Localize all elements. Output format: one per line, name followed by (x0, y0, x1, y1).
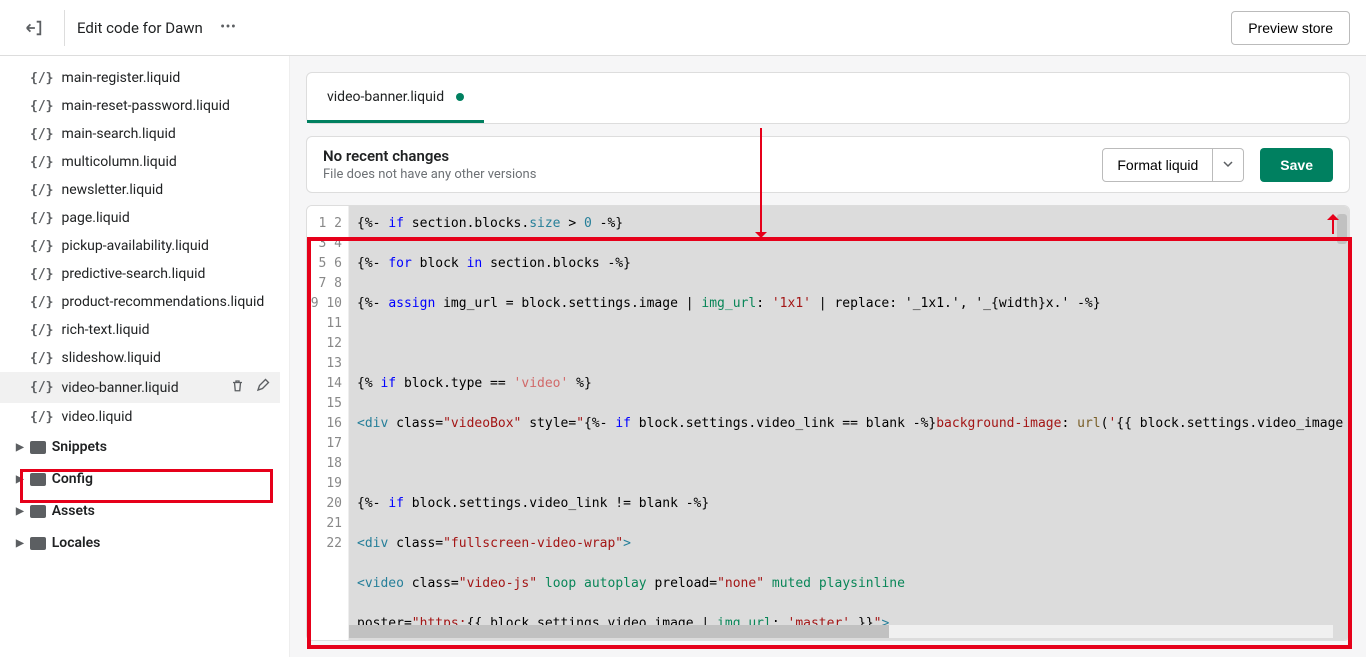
folder-icon (30, 505, 46, 518)
folder-item[interactable]: ▶ Config (0, 463, 289, 495)
code-editor[interactable]: 1 2 3 4 5 6 7 8 9 10 11 12 13 14 15 16 1… (306, 205, 1350, 641)
expand-icon: ▶ (16, 506, 24, 517)
file-name: multicolumn.liquid (61, 154, 176, 170)
file-item[interactable]: {/} pickup-availability.liquid (0, 232, 280, 260)
liquid-file-icon: {/} (30, 211, 53, 226)
divider (64, 10, 65, 46)
save-button[interactable]: Save (1260, 148, 1333, 182)
preview-store-button[interactable]: Preview store (1231, 11, 1350, 45)
annotation-arrow-icon (1332, 216, 1334, 234)
liquid-file-icon: {/} (30, 295, 53, 310)
file-item[interactable]: {/} rich-text.liquid (0, 316, 280, 344)
tab-label: video-banner.liquid (327, 89, 444, 105)
file-name: main-reset-password.liquid (61, 98, 229, 114)
liquid-file-icon: {/} (30, 99, 53, 114)
folder-icon (30, 537, 46, 550)
file-item[interactable]: {/} main-register.liquid (0, 64, 280, 92)
file-item[interactable]: {/} slideshow.liquid (0, 344, 280, 372)
liquid-file-icon: {/} (30, 380, 53, 395)
file-item[interactable]: {/} video.liquid (0, 403, 280, 431)
folder-icon (30, 473, 46, 486)
folder-name: Locales (52, 535, 101, 551)
exit-editor-button[interactable] (16, 10, 52, 46)
file-name: main-search.liquid (61, 126, 175, 142)
status-title: No recent changes (323, 147, 536, 165)
expand-icon: ▶ (16, 538, 24, 549)
folder-item[interactable]: ▶ Snippets (0, 431, 289, 463)
file-item[interactable]: {/} main-search.liquid (0, 120, 280, 148)
folder-name: Snippets (52, 439, 107, 455)
file-item[interactable]: {/} newsletter.liquid (0, 176, 280, 204)
editor-toolbar: No recent changes File does not have any… (306, 136, 1350, 193)
horizontal-scrollbar[interactable] (349, 625, 1333, 638)
folder-item[interactable]: ▶ Locales (0, 527, 289, 559)
file-item[interactable]: {/} page.liquid (0, 204, 280, 232)
file-name: product-recommendations.liquid (61, 294, 264, 310)
liquid-file-icon: {/} (30, 71, 53, 86)
modified-indicator-icon (456, 93, 464, 101)
file-item[interactable]: {/} predictive-search.liquid (0, 260, 280, 288)
top-bar: Edit code for Dawn Preview store (0, 0, 1366, 56)
annotation-arrow-icon (760, 128, 762, 236)
chevron-down-icon (1223, 159, 1233, 169)
expand-icon: ▶ (16, 474, 24, 485)
format-dropdown-button[interactable] (1213, 148, 1244, 182)
liquid-file-icon: {/} (30, 155, 53, 170)
file-name: pickup-availability.liquid (61, 238, 208, 254)
code-area[interactable]: {%- if section.blocks.size > 0 -%} {%- f… (349, 206, 1349, 640)
file-item[interactable]: {/} multicolumn.liquid (0, 148, 280, 176)
file-sidebar: {/} main-register.liquid {/} main-reset-pas… (0, 56, 290, 657)
liquid-file-icon: {/} (30, 323, 53, 338)
version-info: No recent changes File does not have any… (323, 147, 536, 182)
liquid-file-icon: {/} (30, 267, 53, 282)
file-item[interactable]: {/} product-recommendations.liquid (0, 288, 280, 316)
file-name: predictive-search.liquid (61, 266, 205, 282)
liquid-file-icon: {/} (30, 183, 53, 198)
line-gutter: 1 2 3 4 5 6 7 8 9 10 11 12 13 14 15 16 1… (307, 206, 349, 640)
editor-content: video-banner.liquid No recent changes Fi… (290, 56, 1366, 657)
file-item[interactable]: {/} video-banner.liquid (0, 372, 280, 403)
folder-name: Config (52, 471, 93, 487)
file-name: video-banner.liquid (61, 380, 178, 396)
file-name: rich-text.liquid (61, 322, 149, 338)
file-name: video.liquid (61, 409, 132, 425)
liquid-file-icon: {/} (30, 410, 53, 425)
page-title: Edit code for Dawn (77, 19, 203, 37)
more-menu-button[interactable] (219, 17, 237, 39)
file-name: slideshow.liquid (61, 350, 160, 366)
folder-icon (30, 441, 46, 454)
liquid-file-icon: {/} (30, 239, 53, 254)
delete-icon[interactable] (230, 378, 245, 397)
tab-video-banner[interactable]: video-banner.liquid (307, 73, 484, 123)
folder-name: Assets (52, 503, 95, 519)
tab-bar: video-banner.liquid (306, 72, 1350, 124)
status-subtitle: File does not have any other versions (323, 167, 536, 182)
folder-item[interactable]: ▶ Assets (0, 495, 289, 527)
format-liquid-button[interactable]: Format liquid (1102, 148, 1213, 182)
file-name: main-register.liquid (61, 70, 180, 86)
file-name: page.liquid (61, 210, 129, 226)
file-item[interactable]: {/} main-reset-password.liquid (0, 92, 280, 120)
rename-icon[interactable] (255, 378, 270, 397)
liquid-file-icon: {/} (30, 127, 53, 142)
file-name: newsletter.liquid (61, 182, 163, 198)
liquid-file-icon: {/} (30, 351, 53, 366)
expand-icon: ▶ (16, 442, 24, 453)
